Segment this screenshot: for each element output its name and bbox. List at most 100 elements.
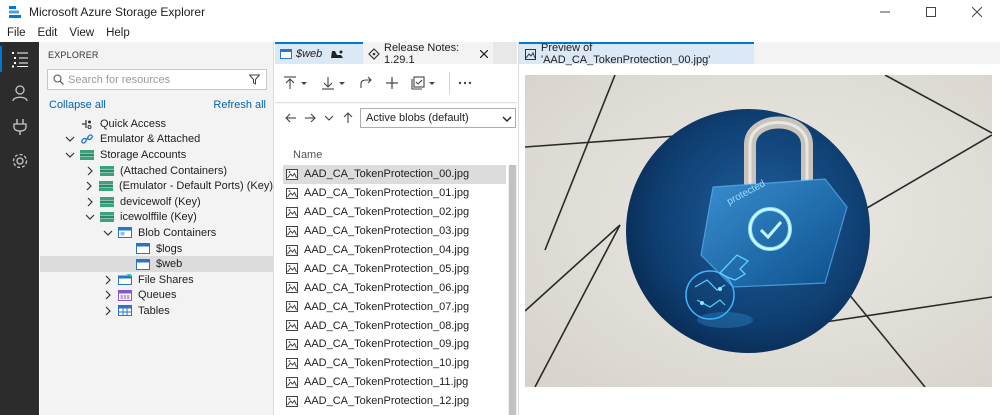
tree-item-label: Emulator & Attached: [100, 133, 201, 146]
plus-icon: [386, 77, 398, 89]
tab-preview[interactable]: Preview of 'AAD_CA_TokenProtection_00.jp…: [519, 42, 754, 66]
blob-containers-icon: [118, 227, 132, 239]
image-icon: [525, 48, 536, 60]
container-icon: [136, 243, 150, 255]
tab-action-icon[interactable]: [330, 49, 344, 59]
blob-row[interactable]: AAD_CA_TokenProtection_00.jpg: [283, 165, 506, 184]
menu-edit[interactable]: Edit: [38, 27, 58, 39]
new-folder-button[interactable]: [385, 71, 399, 95]
blob-row[interactable]: AAD_CA_TokenProtection_04.jpg: [283, 241, 506, 260]
blob-view-select[interactable]: Active blobs (default): [360, 108, 516, 128]
search-input[interactable]: [68, 73, 248, 86]
blob-name: AAD_CA_TokenProtection_10.jpg: [304, 357, 470, 370]
menu-file[interactable]: File: [7, 27, 26, 39]
blob-row[interactable]: AAD_CA_TokenProtection_03.jpg: [283, 222, 506, 241]
tree-item[interactable]: (Attached Containers): [40, 163, 273, 179]
tree-item[interactable]: Blob Containers: [40, 225, 273, 241]
tab-release-notes[interactable]: Release Notes: 1.29.1: [363, 42, 493, 66]
download-button[interactable]: [321, 71, 347, 95]
more-button[interactable]: [458, 71, 472, 95]
tree-item[interactable]: Quick Access: [40, 116, 273, 132]
history-dropdown-button[interactable]: [321, 110, 337, 126]
chevron-right-icon[interactable]: [84, 180, 95, 192]
activity-explorer-button[interactable]: [0, 42, 39, 76]
blob-row[interactable]: AAD_CA_TokenProtection_12.jpg: [283, 392, 506, 411]
chevron-down-icon: [502, 114, 512, 126]
chevron-down-icon[interactable]: [64, 133, 76, 145]
activity-account-button[interactable]: [0, 76, 39, 110]
blob-row[interactable]: AAD_CA_TokenProtection_02.jpg: [283, 203, 506, 222]
activity-settings-button[interactable]: [0, 144, 39, 178]
upload-button[interactable]: [283, 71, 309, 95]
blob-row[interactable]: AAD_CA_TokenProtection_05.jpg: [283, 259, 506, 278]
blob-row[interactable]: AAD_CA_TokenProtection_09.jpg: [283, 335, 506, 354]
blob-row[interactable]: AAD_CA_TokenProtection_10.jpg: [283, 354, 506, 373]
container-panel: $web Release Notes: 1.29.1 Active blobs …: [275, 42, 517, 415]
chevron-down-icon[interactable]: [102, 227, 114, 239]
scrollbar-thumb[interactable]: [509, 165, 516, 415]
explorer-header: EXPLORER: [48, 50, 99, 60]
padlock-image: protected: [525, 75, 992, 387]
release-notes-tab-icon: [368, 48, 380, 60]
chevron-right-icon[interactable]: [102, 274, 114, 286]
tree-item-label: icewolffile (Key): [120, 211, 197, 224]
tree-item[interactable]: Storage Accounts: [40, 147, 273, 163]
filter-icon[interactable]: [249, 74, 260, 85]
menu-help[interactable]: Help: [106, 27, 130, 39]
blob-row[interactable]: AAD_CA_TokenProtection_06.jpg: [283, 278, 506, 297]
chevron-right-icon[interactable]: [84, 196, 96, 208]
image-file-icon: [286, 206, 298, 218]
blob-name: AAD_CA_TokenProtection_12.jpg: [304, 395, 470, 408]
storage-account-icon: [100, 196, 114, 208]
tree-item[interactable]: Tables: [40, 303, 273, 319]
quick-access-icon: [80, 118, 94, 130]
tree-item[interactable]: $web: [40, 256, 273, 272]
blob-row[interactable]: AAD_CA_TokenProtection_01.jpg: [283, 184, 506, 203]
tree-item[interactable]: Queues: [40, 288, 273, 304]
search-icon: [53, 74, 64, 85]
file-shares-icon: [118, 274, 132, 286]
blob-row[interactable]: AAD_CA_TokenProtection_08.jpg: [283, 316, 506, 335]
activity-connect-button[interactable]: [0, 110, 39, 144]
collapse-all-link[interactable]: Collapse all: [49, 99, 106, 111]
close-button[interactable]: [954, 0, 1000, 24]
blob-row[interactable]: AAD_CA_TokenProtection_11.jpg: [283, 373, 506, 392]
search-box[interactable]: [47, 69, 267, 90]
back-button[interactable]: [283, 110, 299, 126]
chevron-right-icon[interactable]: [102, 305, 114, 317]
list-scrollbar[interactable]: [508, 165, 517, 415]
tab-release-notes-label: Release Notes: 1.29.1: [384, 42, 460, 66]
menu-bar: File Edit View Help: [0, 24, 1000, 42]
image-file-icon: [286, 338, 298, 350]
close-tab-icon[interactable]: [480, 50, 488, 58]
chevron-down-icon[interactable]: [84, 211, 96, 223]
chevron-right-icon[interactable]: [102, 289, 114, 301]
maximize-button[interactable]: [908, 0, 954, 24]
refresh-all-link[interactable]: Refresh all: [213, 99, 266, 111]
explorer-icon: [11, 52, 28, 68]
chevron-down-icon[interactable]: [64, 149, 76, 161]
open-button[interactable]: [359, 71, 373, 95]
up-button[interactable]: [340, 110, 356, 126]
blob-row[interactable]: AAD_CA_TokenProtection_07.jpg: [283, 297, 506, 316]
tree-item[interactable]: $logs: [40, 241, 273, 257]
tree-item[interactable]: icewolffile (Key): [40, 210, 273, 226]
container-tab-icon: [280, 49, 292, 59]
tree-item[interactable]: devicewolf (Key): [40, 194, 273, 210]
tree-item[interactable]: (Emulator - Default Ports) (Key): [40, 178, 273, 194]
column-header-name[interactable]: Name: [293, 149, 322, 161]
minimize-button[interactable]: [862, 0, 908, 24]
close-icon: [972, 7, 982, 17]
forward-button[interactable]: [302, 110, 318, 126]
menu-view[interactable]: View: [69, 27, 94, 39]
tree-item[interactable]: Emulator & Attached: [40, 132, 273, 148]
tab-web[interactable]: $web: [275, 42, 363, 64]
image-file-icon: [286, 244, 298, 256]
preview-panel: Preview of 'AAD_CA_TokenProtection_00.jp…: [518, 42, 1000, 415]
select-all-button[interactable]: [411, 71, 437, 95]
blob-toolbar: [275, 64, 517, 103]
chevron-right-icon[interactable]: [84, 165, 96, 177]
tree-item[interactable]: File Shares: [40, 272, 273, 288]
blob-name: AAD_CA_TokenProtection_06.jpg: [304, 281, 470, 294]
